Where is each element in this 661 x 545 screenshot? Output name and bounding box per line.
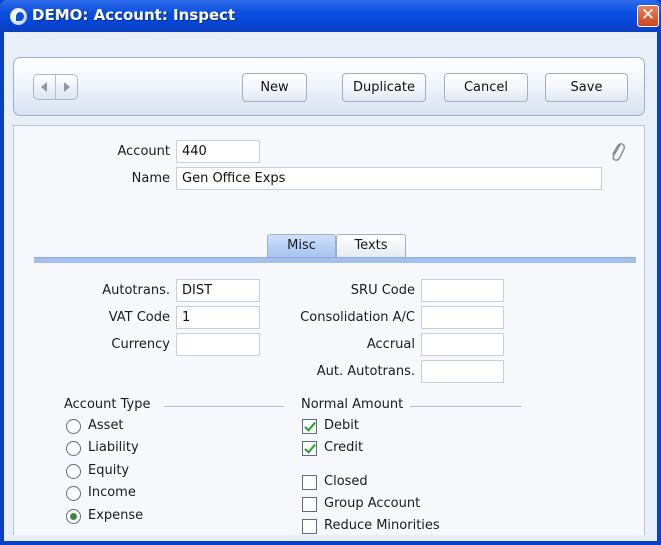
liability-label: Liability bbox=[88, 440, 139, 455]
currency-field[interactable] bbox=[176, 333, 260, 356]
closed-checkbox[interactable] bbox=[302, 475, 317, 490]
tab-misc[interactable]: Misc bbox=[267, 234, 336, 257]
expense-label: Expense bbox=[88, 508, 144, 523]
app-window: DEMO: Account: Inspect ✕ New Duplicate C… bbox=[0, 0, 661, 545]
equity-radio[interactable] bbox=[66, 464, 81, 479]
income-label: Income bbox=[88, 485, 136, 500]
account-label: Account bbox=[117, 144, 171, 159]
liability-radio[interactable] bbox=[66, 441, 81, 456]
expense-radio[interactable] bbox=[66, 509, 81, 524]
accrual-field[interactable] bbox=[421, 333, 504, 356]
normal-amount-title: Normal Amount bbox=[301, 397, 404, 412]
income-radio[interactable] bbox=[66, 486, 81, 501]
window-title: DEMO: Account: Inspect bbox=[32, 6, 236, 24]
credit-label: Credit bbox=[324, 440, 364, 455]
asset-label: Asset bbox=[88, 418, 124, 433]
account-type-divider bbox=[164, 406, 284, 407]
tab-bar bbox=[34, 257, 636, 263]
consolidation-field[interactable] bbox=[421, 306, 504, 329]
vat-code-label: VAT Code bbox=[108, 310, 170, 325]
asset-radio[interactable] bbox=[66, 419, 81, 434]
consolidation-label: Consolidation A/C bbox=[300, 310, 415, 325]
aut-autotrans-field[interactable] bbox=[421, 360, 504, 383]
vat-code-field[interactable]: 1 bbox=[176, 306, 260, 329]
autotrans-label: Autotrans. bbox=[102, 283, 170, 298]
credit-checkbox[interactable] bbox=[302, 441, 317, 456]
next-record-button[interactable] bbox=[56, 75, 78, 99]
aut-autotrans-label: Aut. Autotrans. bbox=[316, 364, 415, 379]
normal-amount-divider bbox=[410, 406, 522, 407]
previous-record-button[interactable] bbox=[34, 75, 56, 99]
reduce-minorities-label: Reduce Minorities bbox=[324, 518, 440, 533]
toolbar: New Duplicate Cancel Save bbox=[13, 57, 645, 116]
group-account-label: Group Account bbox=[324, 496, 421, 511]
autotrans-field[interactable]: DIST bbox=[176, 279, 260, 302]
save-button[interactable]: Save bbox=[545, 73, 628, 102]
reduce-minorities-checkbox[interactable] bbox=[302, 519, 317, 534]
name-label: Name bbox=[131, 171, 170, 186]
duplicate-button[interactable]: Duplicate bbox=[342, 73, 426, 102]
account-field[interactable]: 440 bbox=[176, 140, 260, 163]
close-button[interactable]: ✕ bbox=[637, 5, 659, 27]
closed-label: Closed bbox=[324, 474, 368, 489]
title-bar[interactable]: DEMO: Account: Inspect ✕ bbox=[0, 0, 661, 32]
arrow-right-icon bbox=[64, 82, 70, 92]
record-panel: Account 440 Name Gen Office Exps Misc Te… bbox=[13, 125, 645, 535]
account-type-title: Account Type bbox=[64, 397, 151, 412]
cancel-button[interactable]: Cancel bbox=[444, 73, 528, 102]
window-body: New Duplicate Cancel Save Account 440 Na… bbox=[4, 32, 657, 541]
tab-texts[interactable]: Texts bbox=[336, 234, 406, 257]
app-logo-icon bbox=[10, 8, 27, 25]
paperclip-icon[interactable] bbox=[609, 141, 625, 163]
accrual-label: Accrual bbox=[366, 337, 415, 352]
sru-code-field[interactable] bbox=[421, 279, 504, 302]
name-field[interactable]: Gen Office Exps bbox=[176, 167, 602, 190]
sru-code-label: SRU Code bbox=[350, 283, 415, 298]
group-account-checkbox[interactable] bbox=[302, 497, 317, 512]
equity-label: Equity bbox=[88, 463, 130, 478]
new-button[interactable]: New bbox=[242, 73, 307, 102]
arrow-left-icon bbox=[41, 82, 47, 92]
debit-label: Debit bbox=[324, 418, 359, 433]
record-navigation bbox=[33, 74, 78, 100]
debit-checkbox[interactable] bbox=[302, 419, 317, 434]
currency-label: Currency bbox=[111, 337, 170, 352]
